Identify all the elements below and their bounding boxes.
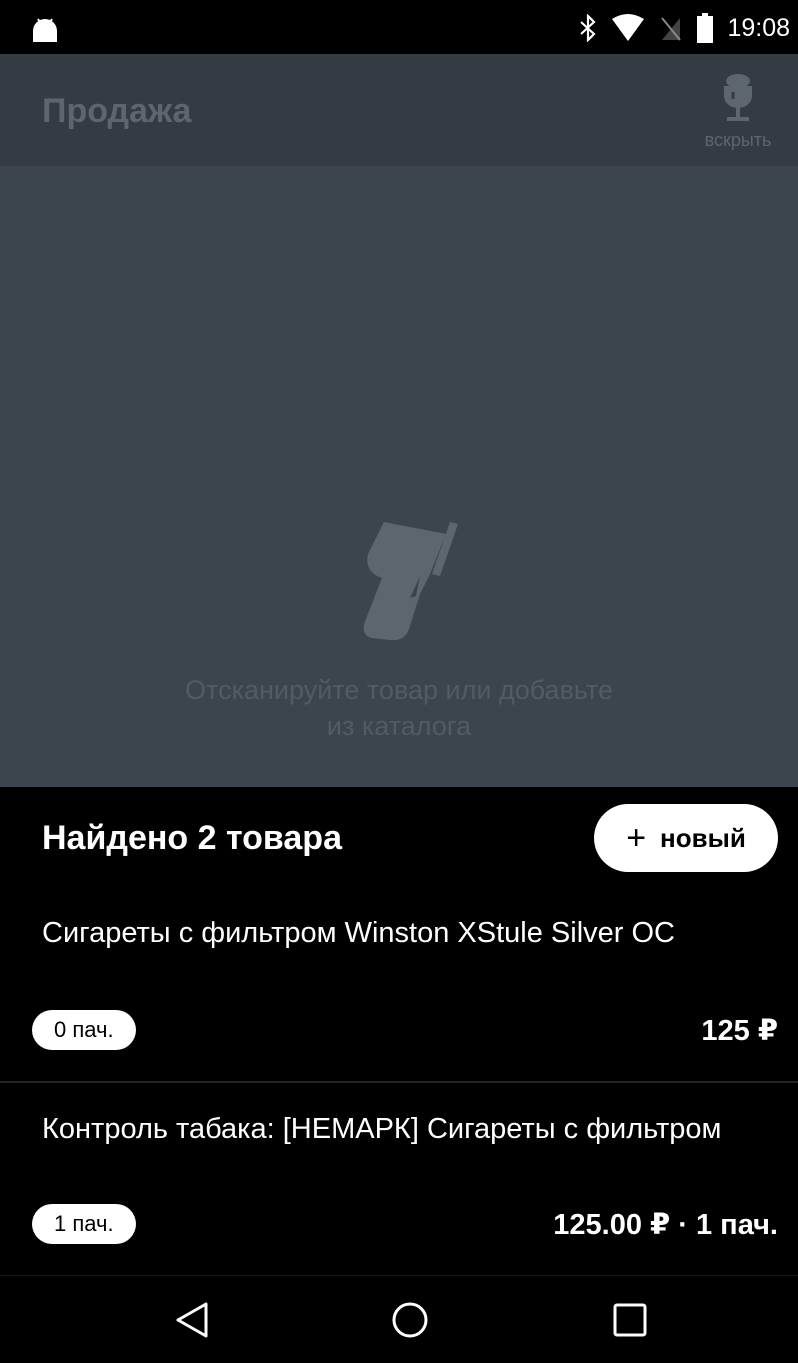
status-icons: 19:08 — [579, 12, 790, 44]
barcode-scanner-icon — [363, 522, 458, 641]
product-list-item[interactable]: Сигареты с фильтром Winston XStule Silve… — [0, 887, 798, 1080]
status-bar: 19:08 — [0, 0, 798, 54]
empty-state-text: Отсканируйте товар или добавьте из катал… — [100, 672, 698, 744]
open-pack-button[interactable]: вскрыть — [690, 72, 786, 152]
app-bar: Продажа вскрыть — [0, 54, 798, 166]
home-icon — [392, 1302, 428, 1338]
home-button[interactable] — [386, 1296, 434, 1344]
plus-icon: + — [626, 819, 647, 857]
background-scrim[interactable]: Продажа вскрыть Отсканируйте товар или д… — [0, 54, 798, 787]
product-price: 125.00 ₽ · 1 пач. — [553, 1209, 778, 1241]
product-name: Контроль табака: [НЕМАРК] Сигареты с фил… — [42, 1113, 722, 1145]
quantity-badge: 1 пач. — [32, 1204, 136, 1244]
no-sim-icon — [661, 17, 682, 41]
empty-state-line-1: Отсканируйте товар или добавьте — [185, 675, 613, 705]
product-price: 125 ₽ — [701, 1015, 778, 1047]
goblet-icon — [724, 74, 752, 121]
bluetooth-icon — [580, 14, 597, 42]
new-product-button[interactable]: + новый — [594, 804, 778, 872]
product-list-item[interactable]: Контроль табака: [НЕМАРК] Сигареты с фил… — [0, 1081, 798, 1274]
recents-icon — [613, 1303, 647, 1337]
back-button[interactable] — [168, 1296, 216, 1344]
battery-icon — [697, 13, 714, 43]
quantity-badge: 0 пач. — [32, 1010, 136, 1050]
results-title: Найдено 2 товара — [42, 819, 342, 857]
new-product-label: новый — [660, 822, 746, 853]
back-icon — [176, 1302, 208, 1338]
android-icon — [33, 18, 57, 42]
wifi-icon — [612, 14, 645, 41]
search-results-sheet: Найдено 2 товара + новый Сигареты с филь… — [0, 787, 798, 1275]
recents-button[interactable] — [606, 1296, 654, 1344]
product-name: Сигареты с фильтром Winston XStule Silve… — [42, 917, 675, 949]
page-title: Продажа — [42, 92, 192, 130]
empty-state: Отсканируйте товар или добавьте из катал… — [0, 166, 798, 787]
empty-state-line-2: из каталога — [326, 711, 472, 741]
navigation-bar — [0, 1275, 798, 1363]
open-pack-label: вскрыть — [704, 130, 772, 150]
clock: 19:08 — [727, 13, 790, 42]
